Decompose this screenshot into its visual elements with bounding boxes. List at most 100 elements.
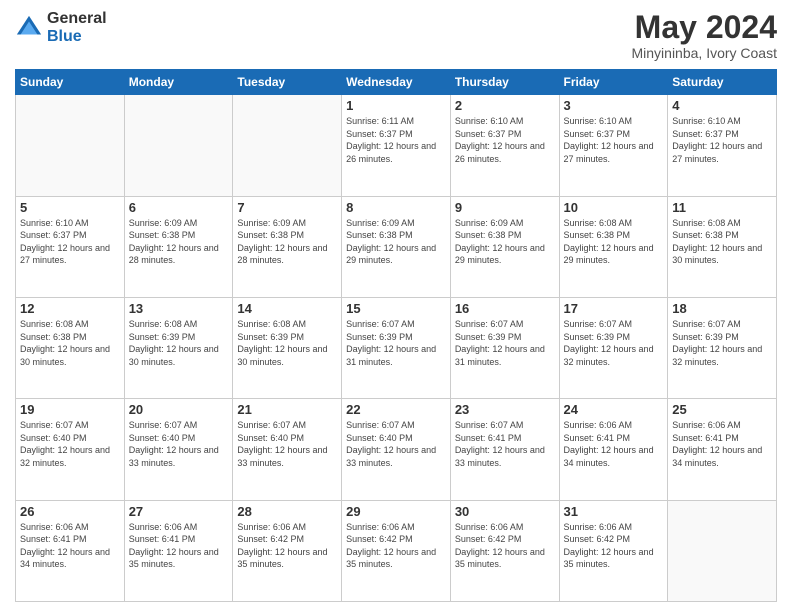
day-number: 2 [455,98,555,113]
calendar-cell [16,95,125,196]
page: General Blue May 2024 Minyininba, Ivory … [0,0,792,612]
calendar-cell: 17 Sunrise: 6:07 AM Sunset: 6:39 PM Dayli… [559,297,668,398]
calendar-cell: 26 Sunrise: 6:06 AM Sunset: 6:41 PM Dayli… [16,500,125,601]
day-info: Sunrise: 6:10 AM Sunset: 6:37 PM Dayligh… [20,217,120,267]
day-info: Sunrise: 6:07 AM Sunset: 6:39 PM Dayligh… [672,318,772,368]
day-number: 8 [346,200,446,215]
day-number: 1 [346,98,446,113]
day-number: 13 [129,301,229,316]
day-info: Sunrise: 6:09 AM Sunset: 6:38 PM Dayligh… [237,217,337,267]
day-info: Sunrise: 6:09 AM Sunset: 6:38 PM Dayligh… [455,217,555,267]
day-number: 30 [455,504,555,519]
calendar-cell: 21 Sunrise: 6:07 AM Sunset: 6:40 PM Dayli… [233,399,342,500]
day-info: Sunrise: 6:10 AM Sunset: 6:37 PM Dayligh… [672,115,772,165]
day-info: Sunrise: 6:07 AM Sunset: 6:39 PM Dayligh… [564,318,664,368]
day-number: 25 [672,402,772,417]
day-info: Sunrise: 6:06 AM Sunset: 6:41 PM Dayligh… [20,521,120,571]
calendar-cell: 12Sunrise: 6:08 AM Sunset: 6:38 PM Dayli… [16,297,125,398]
day-number: 27 [129,504,229,519]
header: General Blue May 2024 Minyininba, Ivory … [15,10,777,61]
calendar-cell: 27Sunrise: 6:06 AM Sunset: 6:41 PM Dayli… [124,500,233,601]
main-title: May 2024 [631,10,777,45]
week-row-1: 1 Sunrise: 6:11 AM Sunset: 6:37 PM Daylig… [16,95,777,196]
day-info: Sunrise: 6:08 AM Sunset: 6:38 PM Dayligh… [564,217,664,267]
calendar-cell: 3Sunrise: 6:10 AM Sunset: 6:37 PM Daylig… [559,95,668,196]
day-number: 16 [455,301,555,316]
calendar-cell: 13 Sunrise: 6:08 AM Sunset: 6:39 PM Dayli… [124,297,233,398]
day-number: 12 [20,301,120,316]
calendar-cell: 9 Sunrise: 6:09 AM Sunset: 6:38 PM Daylig… [450,196,559,297]
day-number: 10 [564,200,664,215]
day-info: Sunrise: 6:06 AM Sunset: 6:42 PM Dayligh… [346,521,446,571]
calendar-cell: 16Sunrise: 6:07 AM Sunset: 6:39 PM Dayli… [450,297,559,398]
calendar-cell: 5 Sunrise: 6:10 AM Sunset: 6:37 PM Daylig… [16,196,125,297]
day-info: Sunrise: 6:08 AM Sunset: 6:38 PM Dayligh… [672,217,772,267]
day-number: 23 [455,402,555,417]
logo-general-text: General [47,10,107,28]
col-sunday: Sunday [16,70,125,95]
day-number: 18 [672,301,772,316]
day-info: Sunrise: 6:06 AM Sunset: 6:41 PM Dayligh… [672,419,772,469]
day-number: 7 [237,200,337,215]
day-number: 5 [20,200,120,215]
calendar-cell: 7 Sunrise: 6:09 AM Sunset: 6:38 PM Daylig… [233,196,342,297]
day-number: 20 [129,402,229,417]
calendar-cell: 22 Sunrise: 6:07 AM Sunset: 6:40 PM Dayli… [342,399,451,500]
calendar-body: 1 Sunrise: 6:11 AM Sunset: 6:37 PM Daylig… [16,95,777,602]
day-info: Sunrise: 6:06 AM Sunset: 6:42 PM Dayligh… [564,521,664,571]
day-info: Sunrise: 6:07 AM Sunset: 6:40 PM Dayligh… [346,419,446,469]
calendar-cell: 6 Sunrise: 6:09 AM Sunset: 6:38 PM Daylig… [124,196,233,297]
calendar-cell [233,95,342,196]
day-number: 26 [20,504,120,519]
day-number: 21 [237,402,337,417]
day-number: 22 [346,402,446,417]
calendar-cell: 11 Sunrise: 6:08 AM Sunset: 6:38 PM Dayli… [668,196,777,297]
calendar-cell: 15 Sunrise: 6:07 AM Sunset: 6:39 PM Dayli… [342,297,451,398]
title-block: May 2024 Minyininba, Ivory Coast [631,10,777,61]
day-info: Sunrise: 6:06 AM Sunset: 6:42 PM Dayligh… [455,521,555,571]
day-number: 6 [129,200,229,215]
calendar-cell: 19Sunrise: 6:07 AM Sunset: 6:40 PM Dayli… [16,399,125,500]
day-number: 15 [346,301,446,316]
subtitle: Minyininba, Ivory Coast [631,45,777,61]
day-info: Sunrise: 6:07 AM Sunset: 6:40 PM Dayligh… [129,419,229,469]
week-row-2: 5 Sunrise: 6:10 AM Sunset: 6:37 PM Daylig… [16,196,777,297]
col-monday: Monday [124,70,233,95]
calendar-cell: 18 Sunrise: 6:07 AM Sunset: 6:39 PM Dayli… [668,297,777,398]
day-number: 14 [237,301,337,316]
day-info: Sunrise: 6:10 AM Sunset: 6:37 PM Dayligh… [455,115,555,165]
day-number: 19 [20,402,120,417]
calendar-cell: 1 Sunrise: 6:11 AM Sunset: 6:37 PM Daylig… [342,95,451,196]
calendar-cell: 10 Sunrise: 6:08 AM Sunset: 6:38 PM Dayli… [559,196,668,297]
col-tuesday: Tuesday [233,70,342,95]
day-info: Sunrise: 6:11 AM Sunset: 6:37 PM Dayligh… [346,115,446,165]
calendar-cell: 24Sunrise: 6:06 AM Sunset: 6:41 PM Dayli… [559,399,668,500]
day-info: Sunrise: 6:08 AM Sunset: 6:39 PM Dayligh… [129,318,229,368]
calendar-cell: 28Sunrise: 6:06 AM Sunset: 6:42 PM Dayli… [233,500,342,601]
week-row-5: 26 Sunrise: 6:06 AM Sunset: 6:41 PM Dayli… [16,500,777,601]
logo: General Blue [15,10,107,45]
week-row-3: 12Sunrise: 6:08 AM Sunset: 6:38 PM Dayli… [16,297,777,398]
calendar-cell: 20 Sunrise: 6:07 AM Sunset: 6:40 PM Dayli… [124,399,233,500]
calendar-cell: 4Sunrise: 6:10 AM Sunset: 6:37 PM Daylig… [668,95,777,196]
calendar-cell: 14 Sunrise: 6:08 AM Sunset: 6:39 PM Dayli… [233,297,342,398]
calendar-cell: 23Sunrise: 6:07 AM Sunset: 6:41 PM Dayli… [450,399,559,500]
day-info: Sunrise: 6:08 AM Sunset: 6:39 PM Dayligh… [237,318,337,368]
calendar-cell: 8Sunrise: 6:09 AM Sunset: 6:38 PM Daylig… [342,196,451,297]
week-row-4: 19 Sunrise: 6:07 AM Sunset: 6:40 PM Dayli… [16,399,777,500]
logo-blue-text: Blue [47,28,107,46]
day-number: 24 [564,402,664,417]
day-info: Sunrise: 6:07 AM Sunset: 6:40 PM Dayligh… [237,419,337,469]
day-number: 9 [455,200,555,215]
day-info: Sunrise: 6:09 AM Sunset: 6:38 PM Dayligh… [129,217,229,267]
calendar-cell: 30 Sunrise: 6:06 AM Sunset: 6:42 PM Dayli… [450,500,559,601]
calendar-cell: 2 Sunrise: 6:10 AM Sunset: 6:37 PM Daylig… [450,95,559,196]
day-number: 17 [564,301,664,316]
day-info: Sunrise: 6:10 AM Sunset: 6:37 PM Dayligh… [564,115,664,165]
day-number: 11 [672,200,772,215]
calendar-cell [668,500,777,601]
day-info: Sunrise: 6:07 AM Sunset: 6:39 PM Dayligh… [346,318,446,368]
day-info: Sunrise: 6:06 AM Sunset: 6:42 PM Dayligh… [237,521,337,571]
col-friday: Friday [559,70,668,95]
calendar-cell: 29Sunrise: 6:06 AM Sunset: 6:42 PM Dayli… [342,500,451,601]
